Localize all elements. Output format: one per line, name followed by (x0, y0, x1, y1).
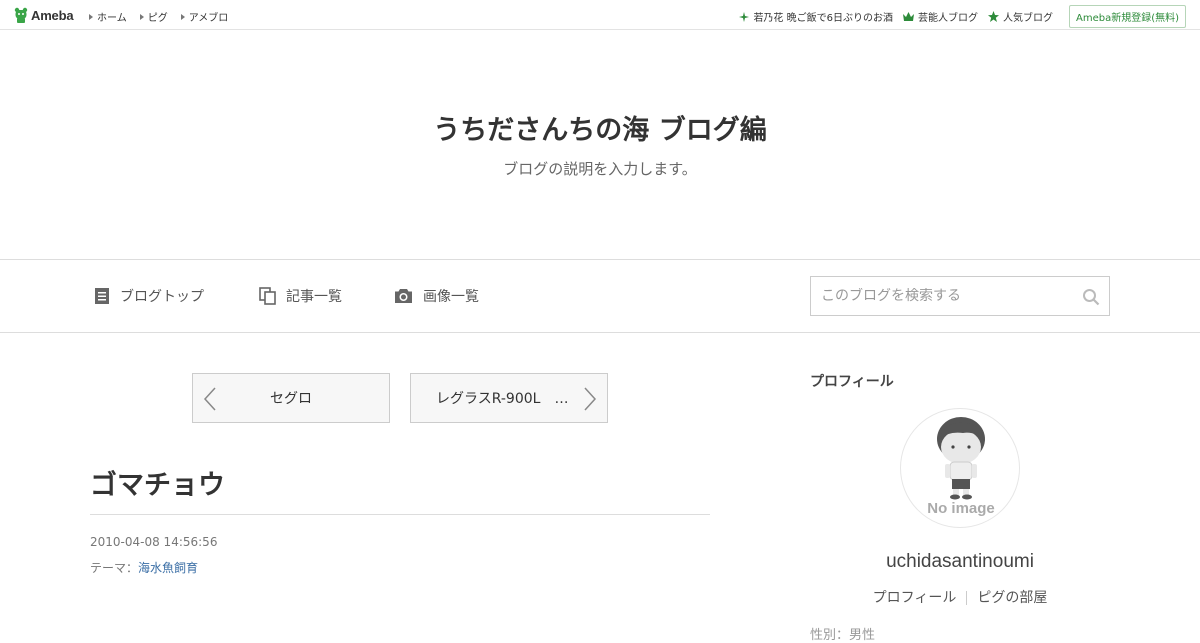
profile-heading: プロフィール (810, 374, 894, 390)
top-nav-label: ピグ (147, 13, 168, 24)
popular-blog-link[interactable]: 人気ブログ (987, 9, 1053, 24)
top-nav: ホーム ピグ アメブロ (89, 9, 241, 24)
chevron-left-icon (203, 387, 216, 411)
copy-icon (259, 287, 276, 305)
ameba-header-bar: Ameba ホーム ピグ アメブロ 若乃花 晩ご飯で6日ぶりのお酒 芸能人ブログ… (0, 0, 1200, 30)
top-nav-label: アメブロ (188, 13, 229, 24)
top-nav-label: ホーム (97, 13, 127, 24)
ameba-pig-icon (14, 7, 28, 24)
avatar[interactable]: No image (900, 408, 1020, 528)
no-image-avatar-icon: No image (927, 417, 995, 517)
entry-date: 2010-04-08 14:56:56 (90, 535, 218, 549)
top-nav-pigg[interactable]: ピグ (139, 9, 168, 24)
profile-username[interactable]: uchidasantinoumi (810, 551, 1110, 573)
nav-blog-top-label: ブログトップ (120, 289, 204, 305)
profile-gender: 性別：男性 (810, 628, 876, 643)
caret-right-icon (139, 13, 144, 20)
chevron-right-icon (584, 387, 597, 411)
nav-image-list[interactable]: 画像一覧 (394, 286, 479, 306)
entry-title[interactable]: ゴマチョウ (90, 463, 225, 502)
pigg-room-link[interactable]: ピグの部屋 (977, 590, 1047, 606)
celebrity-blog-link[interactable]: 芸能人ブログ (902, 9, 978, 24)
star-icon (987, 11, 999, 22)
entry-divider (90, 514, 710, 515)
profile-link[interactable]: プロフィール (873, 590, 957, 606)
next-article-label: レグラスR-900L オーバーフロー水槽 (436, 391, 582, 407)
celebrity-blog-label: 芸能人ブログ (917, 13, 978, 24)
camera-icon (395, 289, 412, 303)
ameba-register-button[interactable]: Ameba新規登録(無料) (1068, 5, 1186, 28)
blog-title[interactable]: うちださんちの海 ブログ編 (0, 108, 1200, 147)
blog-description: ブログの説明を入力します。 (503, 160, 697, 178)
caret-right-icon (180, 13, 185, 20)
trending-topic-label: 若乃花 晩ご飯で6日ぶりのお酒 (753, 13, 893, 24)
blog-search-input[interactable] (821, 288, 1076, 304)
prev-article-button[interactable]: セグロ (192, 373, 390, 423)
caret-right-icon (89, 13, 93, 20)
nav-article-list[interactable]: 記事一覧 (259, 286, 342, 306)
document-icon (95, 288, 109, 304)
entry-theme-prefix: テーマ： (90, 561, 139, 575)
entry-theme: テーマ：海水魚飼育 (90, 559, 198, 576)
popular-blog-label: 人気ブログ (1002, 13, 1053, 24)
ameba-logo-text: Ameba (31, 8, 74, 23)
profile-links: プロフィール ピグの部屋 (810, 587, 1110, 607)
nav-image-list-label: 画像一覧 (423, 289, 479, 305)
crown-icon (902, 12, 914, 21)
trending-topic-link[interactable]: 若乃花 晩ご飯で6日ぶりのお酒 (739, 9, 893, 24)
prev-article-label: セグロ (270, 391, 312, 407)
next-article-button[interactable]: レグラスR-900L オーバーフロー水槽 (410, 373, 608, 423)
entry-theme-link[interactable]: 海水魚飼育 (138, 561, 198, 575)
search-icon[interactable] (1082, 288, 1100, 310)
top-nav-ameblo[interactable]: アメブロ (180, 9, 229, 24)
top-right-links: 若乃花 晩ご飯で6日ぶりのお酒 芸能人ブログ 人気ブログ Ameba新規登録(無… (739, 5, 1186, 28)
nav-article-list-label: 記事一覧 (286, 289, 342, 305)
blog-search-box (810, 276, 1110, 316)
sparkle-icon (739, 11, 750, 22)
blog-nav-bar: ブログトップ 記事一覧 画像一覧 (0, 259, 1200, 333)
avatar-no-image-text: No image (927, 500, 995, 517)
ameba-logo[interactable]: Ameba (14, 7, 74, 24)
top-nav-home[interactable]: ホーム (89, 9, 127, 24)
nav-blog-top[interactable]: ブログトップ (94, 286, 204, 306)
link-separator (966, 591, 968, 605)
